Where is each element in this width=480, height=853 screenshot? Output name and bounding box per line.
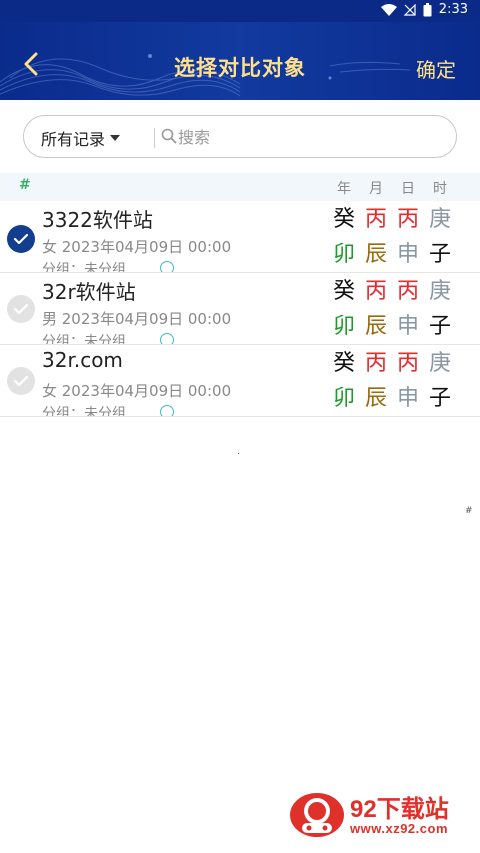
month-stem: 丙 [364,207,387,232]
year-branch: 卯 [332,314,355,339]
stray-dot: . [237,447,240,457]
status-time: 2:33 [438,2,468,17]
battery-icon [423,2,432,17]
record-row[interactable]: 32r软件站 男 2023年04月09日 00:00 分组：未分组 癸 丙 丙 … [0,273,480,345]
year-stem: 癸 [332,279,355,304]
tag-icon [160,333,174,344]
column-day: 日 [401,181,415,197]
watermark-url: www.xz92.com [350,821,448,836]
selection-checkbox[interactable] [7,225,35,253]
record-info: 女 2023年04月09日 00:00 [42,238,232,256]
search-bar: 所有记录 [23,115,457,158]
hour-stem: 庚 [428,351,451,376]
record-name: 32r.com [42,348,123,372]
record-group: 分组：未分组 [42,262,126,273]
hash-label: # [19,177,31,193]
hour-branch: 子 [428,242,451,267]
month-stem: 丙 [364,351,387,376]
column-hour: 时 [433,181,447,197]
year-stem: 癸 [332,207,355,232]
tag-icon [160,261,174,272]
selection-checkbox[interactable] [7,295,35,323]
month-branch: 辰 [364,314,387,339]
column-year: 年 [337,181,351,197]
year-branch: 卯 [332,386,355,411]
gamepad-logo-icon [290,793,344,837]
day-stem: 丙 [396,351,419,376]
watermark: 92下载站 www.xz92.com [266,773,480,853]
watermark-title: 92下载站 [350,796,449,823]
stray-hash: # [465,506,473,516]
status-bar: 2:33 [0,0,480,22]
day-branch: 申 [396,242,419,267]
search-input[interactable] [178,125,438,149]
hour-branch: 子 [428,386,451,411]
page-title: 选择对比对象 [174,56,306,80]
month-branch: 辰 [364,242,387,267]
hour-stem: 庚 [428,279,451,304]
day-branch: 申 [396,386,419,411]
year-stem: 癸 [332,351,355,376]
record-info: 男 2023年04月09日 00:00 [42,310,232,328]
search-icon [161,128,177,144]
month-branch: 辰 [364,386,387,411]
record-filter-label: 所有记录 [41,130,106,149]
confirm-button[interactable]: 确定 [416,54,456,83]
record-name: 32r软件站 [42,280,136,304]
checkmark-icon [13,303,29,315]
year-branch: 卯 [332,242,355,267]
month-stem: 丙 [364,279,387,304]
column-header: # 年 月 日 时 [0,173,480,201]
day-branch: 申 [396,314,419,339]
checkmark-icon [13,233,29,245]
tag-icon [160,405,174,416]
record-group: 分组：未分组 [42,334,126,345]
status-icons: 2:33 [380,2,468,17]
no-signal-icon [403,3,416,16]
hour-branch: 子 [428,314,451,339]
record-name: 3322软件站 [42,208,153,232]
search-divider [154,128,155,148]
hour-stem: 庚 [428,207,451,232]
record-row[interactable]: 32r.com 女 2023年04月09日 00:00 分组：未分组 癸 丙 丙… [0,345,480,417]
top-app-bar: 选择对比对象 确定 [0,22,480,100]
wifi-icon [380,3,397,16]
selection-checkbox[interactable] [7,367,35,395]
day-stem: 丙 [396,207,419,232]
record-group: 分组：未分组 [42,406,126,417]
record-filter-dropdown[interactable]: 所有记录 [41,126,121,150]
record-row[interactable]: 3322软件站 女 2023年04月09日 00:00 分组：未分组 癸 丙 丙… [0,201,480,273]
caret-down-icon [110,135,121,141]
day-stem: 丙 [396,279,419,304]
column-month: 月 [369,181,383,197]
record-info: 女 2023年04月09日 00:00 [42,382,232,400]
checkmark-icon [13,375,29,387]
